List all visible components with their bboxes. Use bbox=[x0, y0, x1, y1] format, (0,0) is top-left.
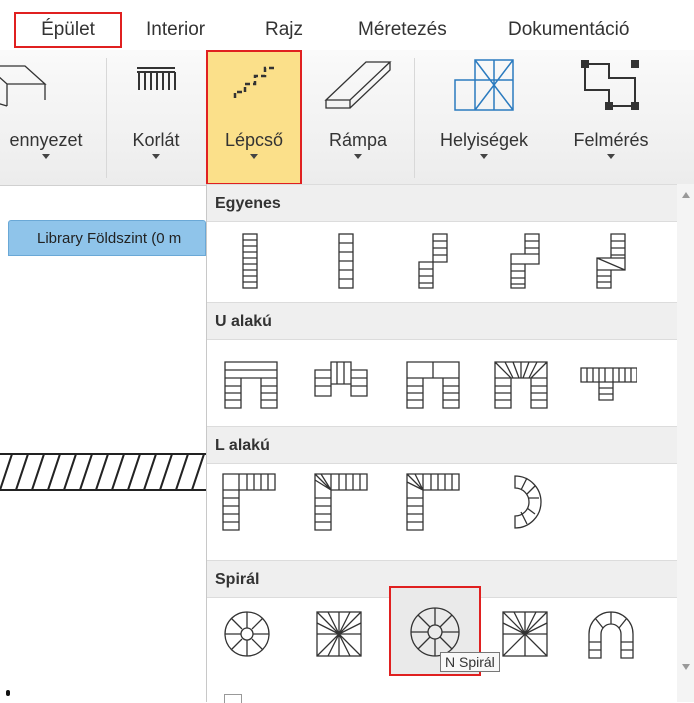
stair-l-2[interactable] bbox=[311, 470, 371, 534]
stair-straight-2[interactable] bbox=[317, 228, 377, 292]
stair-l-4[interactable] bbox=[497, 470, 557, 534]
ribbon-tab-bar: Épület Interior Rajz Méretezés Dokumentá… bbox=[0, 0, 694, 50]
stair-u-2[interactable] bbox=[311, 348, 371, 412]
ribbon-panel: ennyezet Korlát Lépcső Rámpa Helyiségek bbox=[0, 50, 694, 186]
stair-u-4[interactable] bbox=[491, 348, 551, 412]
tab-meretezes[interactable]: Méretezés bbox=[358, 14, 447, 46]
library-view-tab[interactable]: Library Földszint (0 m bbox=[8, 220, 206, 256]
survey-icon bbox=[581, 60, 639, 110]
stair-straight-3[interactable] bbox=[407, 228, 467, 292]
stairs-dropdown-gallery: Egyenes U alakú L alakú Spirál bbox=[206, 184, 694, 702]
survey-label: Felmérés bbox=[573, 130, 649, 150]
railing-button[interactable]: Korlát bbox=[114, 50, 198, 185]
tab-interior[interactable]: Interior bbox=[146, 14, 205, 46]
wall-hatch bbox=[0, 453, 206, 491]
stair-spiral-5[interactable] bbox=[583, 602, 643, 666]
section-header-l-alaku: L alakú bbox=[207, 426, 677, 464]
stair-spiral-4[interactable] bbox=[497, 602, 557, 666]
stair-u-5[interactable] bbox=[577, 348, 637, 412]
rooms-icon bbox=[454, 59, 514, 111]
chevron-down-icon bbox=[480, 154, 488, 159]
rooms-label: Helyiségek bbox=[439, 130, 529, 150]
stair-u-3[interactable] bbox=[403, 348, 463, 412]
ribbon-separator bbox=[106, 58, 107, 178]
chevron-down-icon bbox=[354, 154, 362, 159]
railing-label: Korlát bbox=[132, 130, 180, 150]
chevron-down-icon bbox=[42, 154, 50, 159]
tab-dokumentacio[interactable]: Dokumentáció bbox=[508, 14, 629, 46]
tab-rajz[interactable]: Rajz bbox=[265, 14, 303, 46]
scroll-down-icon[interactable] bbox=[682, 664, 690, 670]
stair-l-3[interactable] bbox=[403, 470, 463, 534]
stair-straight-5[interactable] bbox=[583, 228, 643, 292]
ramp-icon bbox=[324, 61, 392, 109]
chevron-down-icon bbox=[607, 154, 615, 159]
ribbon-separator bbox=[414, 58, 415, 178]
chevron-down-icon bbox=[152, 154, 160, 159]
scroll-up-icon[interactable] bbox=[682, 192, 690, 198]
stair-l-1[interactable] bbox=[219, 470, 279, 534]
stairs-button[interactable]: Lépcső bbox=[206, 50, 302, 185]
stair-spiral-1[interactable] bbox=[219, 602, 279, 666]
ramp-button[interactable]: Rámpa bbox=[310, 50, 406, 185]
tab-epulet[interactable]: Épület bbox=[14, 12, 122, 48]
canvas-dot bbox=[6, 690, 10, 696]
stair-straight-4[interactable] bbox=[497, 228, 557, 292]
ceiling-label: ennyezet bbox=[9, 130, 83, 150]
stairs-label: Lépcső bbox=[224, 130, 284, 150]
rooms-button[interactable]: Helyiségek bbox=[420, 50, 548, 185]
survey-button[interactable]: Felmérés bbox=[552, 50, 670, 185]
gallery-scrollbar[interactable] bbox=[677, 184, 694, 702]
ramp-label: Rámpa bbox=[328, 130, 388, 150]
ceiling-button[interactable]: ennyezet bbox=[0, 50, 92, 185]
tooltip: N Spirál bbox=[440, 652, 500, 672]
stair-straight-1[interactable] bbox=[221, 228, 281, 292]
stair-spiral-2[interactable] bbox=[311, 602, 371, 666]
ceiling-icon bbox=[0, 65, 47, 107]
railing-icon bbox=[137, 67, 176, 90]
section-header-egyenes: Egyenes bbox=[207, 184, 677, 222]
chevron-down-icon bbox=[250, 154, 258, 159]
stair-u-1[interactable] bbox=[221, 348, 281, 412]
stairs-icon bbox=[233, 66, 275, 98]
section-header-u-alaku: U alakú bbox=[207, 302, 677, 340]
